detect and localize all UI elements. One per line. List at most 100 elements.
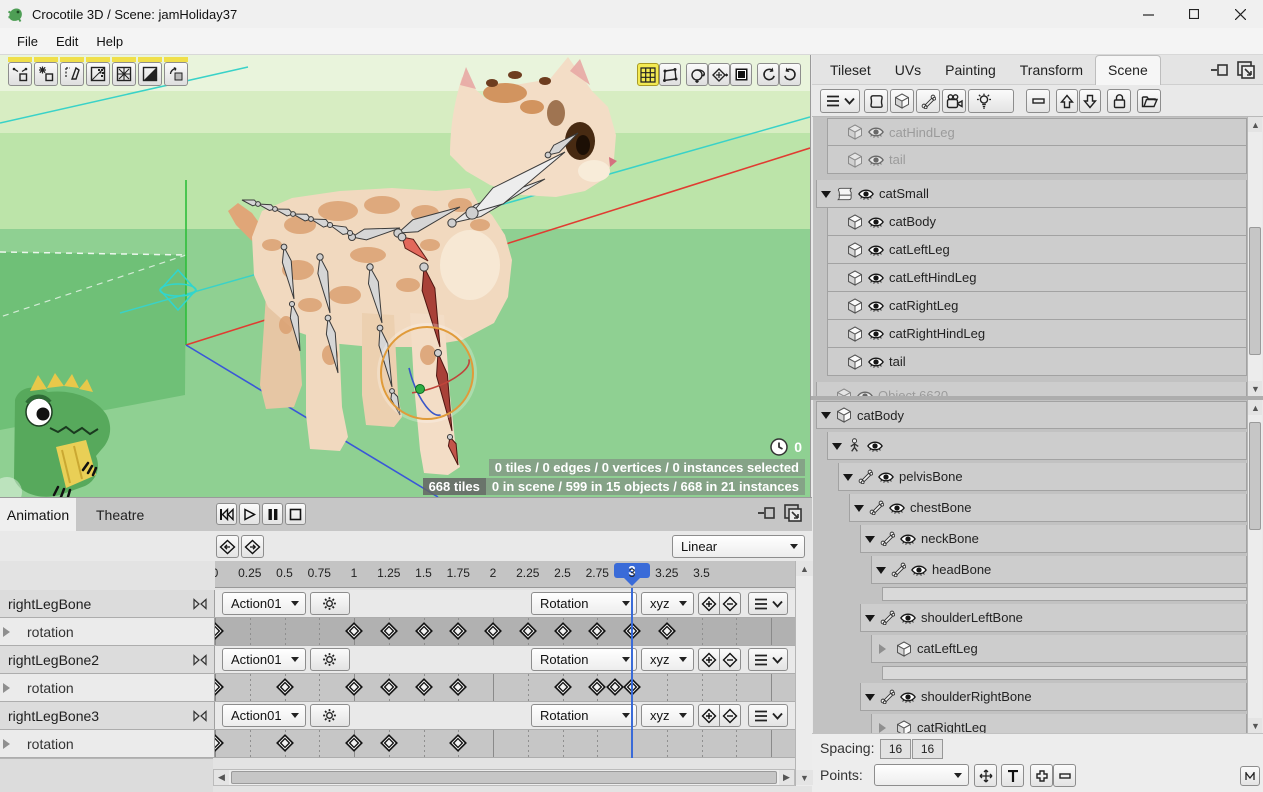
keyframe[interactable] <box>449 734 467 752</box>
bone-joint[interactable] <box>325 315 331 321</box>
points-select[interactable] <box>874 764 969 786</box>
object-row-tail[interactable]: tail <box>827 348 1247 376</box>
caret-down-icon[interactable] <box>865 694 875 706</box>
scroll-down-icon[interactable]: ▼ <box>796 770 813 785</box>
scroll-up-icon[interactable]: ▲ <box>1248 400 1262 415</box>
eye-icon[interactable] <box>868 356 884 368</box>
keyframe[interactable] <box>449 622 467 640</box>
keyframe[interactable] <box>380 678 398 696</box>
caret-down-icon[interactable] <box>843 474 853 486</box>
eye-icon[interactable] <box>868 272 884 284</box>
object-row-catRightHindLeg[interactable]: catRightHindLeg <box>827 320 1247 348</box>
bone-tree-scrollbar[interactable]: ▲ ▼ <box>1247 400 1262 733</box>
remove-button[interactable] <box>1026 89 1050 113</box>
rotate-tile-button[interactable] <box>164 62 188 86</box>
bone-row-catBody[interactable]: catBody <box>816 401 1247 429</box>
eye-icon[interactable] <box>900 533 916 545</box>
tab-painting[interactable]: Painting <box>933 57 1008 83</box>
move-point-button[interactable] <box>974 764 997 787</box>
menu-edit[interactable]: Edit <box>47 31 87 52</box>
keyframe[interactable] <box>588 622 606 640</box>
action-settings-button[interactable] <box>310 648 350 671</box>
scroll-down-icon[interactable]: ▼ <box>1248 718 1262 733</box>
scroll-right-icon[interactable]: ▶ <box>779 770 794 785</box>
eye-icon[interactable] <box>900 612 916 624</box>
keyframe[interactable] <box>554 678 572 696</box>
keyframe[interactable] <box>449 678 467 696</box>
eye-icon[interactable] <box>889 502 905 514</box>
object-tree-scrollbar[interactable]: ▲ ▼ <box>1247 117 1262 396</box>
keyframe[interactable] <box>519 622 537 640</box>
burst-fill-button[interactable] <box>112 62 136 86</box>
tile-draw-button[interactable] <box>60 62 84 86</box>
interpolation-select[interactable]: Linear <box>672 535 805 558</box>
axes-select[interactable]: xyz <box>641 704 694 727</box>
eye-icon[interactable] <box>878 471 894 483</box>
dock-pin-icon[interactable] <box>1209 59 1229 81</box>
insert-keyframe-button[interactable] <box>698 648 720 671</box>
caret-down-icon[interactable] <box>832 443 842 455</box>
bone-joint[interactable] <box>289 301 294 306</box>
keyframe[interactable] <box>606 678 624 696</box>
bonepin-icon[interactable] <box>192 710 208 722</box>
eye-icon[interactable] <box>868 126 884 138</box>
object-row-catBody[interactable]: catBody <box>827 208 1247 236</box>
keyframe[interactable] <box>345 622 363 640</box>
timeline-horizontal-scrollbar[interactable]: ◀ ▶ <box>213 769 795 786</box>
bone-joint[interactable] <box>448 219 456 227</box>
bone-row-armature[interactable] <box>827 432 1247 460</box>
tab-theatre[interactable]: Theatre <box>76 498 144 531</box>
bonepin-icon[interactable] <box>192 654 208 666</box>
keyframe[interactable] <box>415 678 433 696</box>
remove-point-button[interactable] <box>1053 764 1076 787</box>
grid-button[interactable] <box>637 63 659 86</box>
deform-button[interactable] <box>659 63 681 86</box>
caret-right-icon[interactable] <box>879 644 891 654</box>
caret-down-icon[interactable] <box>865 536 875 548</box>
add-point-button[interactable] <box>1030 764 1053 787</box>
spacing-x-input[interactable]: 16 <box>880 739 911 759</box>
caret-down-icon[interactable] <box>876 567 886 579</box>
track-menu-button[interactable] <box>748 704 788 727</box>
cube-button[interactable] <box>890 89 914 113</box>
close-button[interactable] <box>1217 0 1263 28</box>
scroll-up-icon[interactable]: ▲ <box>1248 117 1262 132</box>
keyframe[interactable] <box>345 734 363 752</box>
bone-joint[interactable] <box>420 263 428 271</box>
minimize-button[interactable] <box>1125 0 1171 28</box>
caret-down-icon[interactable] <box>821 412 831 424</box>
bone-joint[interactable] <box>256 202 261 207</box>
bone-row-catLeftLeg[interactable]: catLeftLeg <box>871 635 1247 663</box>
object-row-catRightLeg[interactable]: catRightLeg <box>827 292 1247 320</box>
eye-icon[interactable] <box>858 188 874 200</box>
object-row-catHindLeg[interactable]: catHindLeg <box>827 118 1247 146</box>
tab-uvs[interactable]: UVs <box>883 57 933 83</box>
scrollbar-thumb[interactable] <box>1249 227 1261 355</box>
object-row-catLeftLeg[interactable]: catLeftLeg <box>827 236 1247 264</box>
lock-button[interactable] <box>1107 89 1131 113</box>
keyframe[interactable] <box>658 622 676 640</box>
bone-joint[interactable] <box>367 264 373 270</box>
wrap-toggle-button[interactable] <box>1240 766 1260 786</box>
rotation-property-cell[interactable]: rotation <box>0 730 215 757</box>
object-row-Object 6620[interactable]: Object 6620 <box>816 382 1247 396</box>
delete-keyframe-button[interactable] <box>719 592 741 615</box>
bone-joint[interactable] <box>347 230 352 235</box>
vertex-add-button[interactable] <box>34 62 58 86</box>
track-menu-button[interactable] <box>748 592 788 615</box>
delete-keyframe-button[interactable] <box>719 648 741 671</box>
scroll-up-icon[interactable]: ▲ <box>796 561 813 576</box>
spacing-y-input[interactable]: 16 <box>912 739 943 759</box>
menu-button[interactable] <box>820 89 860 113</box>
tab-animation[interactable]: Animation <box>0 498 76 531</box>
keyframe-lane[interactable] <box>215 674 795 701</box>
track-name-cell[interactable]: rightLegBone <box>0 590 215 617</box>
keyframe[interactable] <box>345 678 363 696</box>
insert-keyframe-button[interactable] <box>698 592 720 615</box>
bone-joint[interactable] <box>273 207 278 212</box>
bone-joint[interactable] <box>447 434 452 439</box>
bone-joint[interactable] <box>309 217 314 222</box>
camera-button[interactable] <box>942 89 966 113</box>
action-select[interactable]: Action01 <box>222 592 306 615</box>
keyframe-lane[interactable] <box>215 730 795 757</box>
